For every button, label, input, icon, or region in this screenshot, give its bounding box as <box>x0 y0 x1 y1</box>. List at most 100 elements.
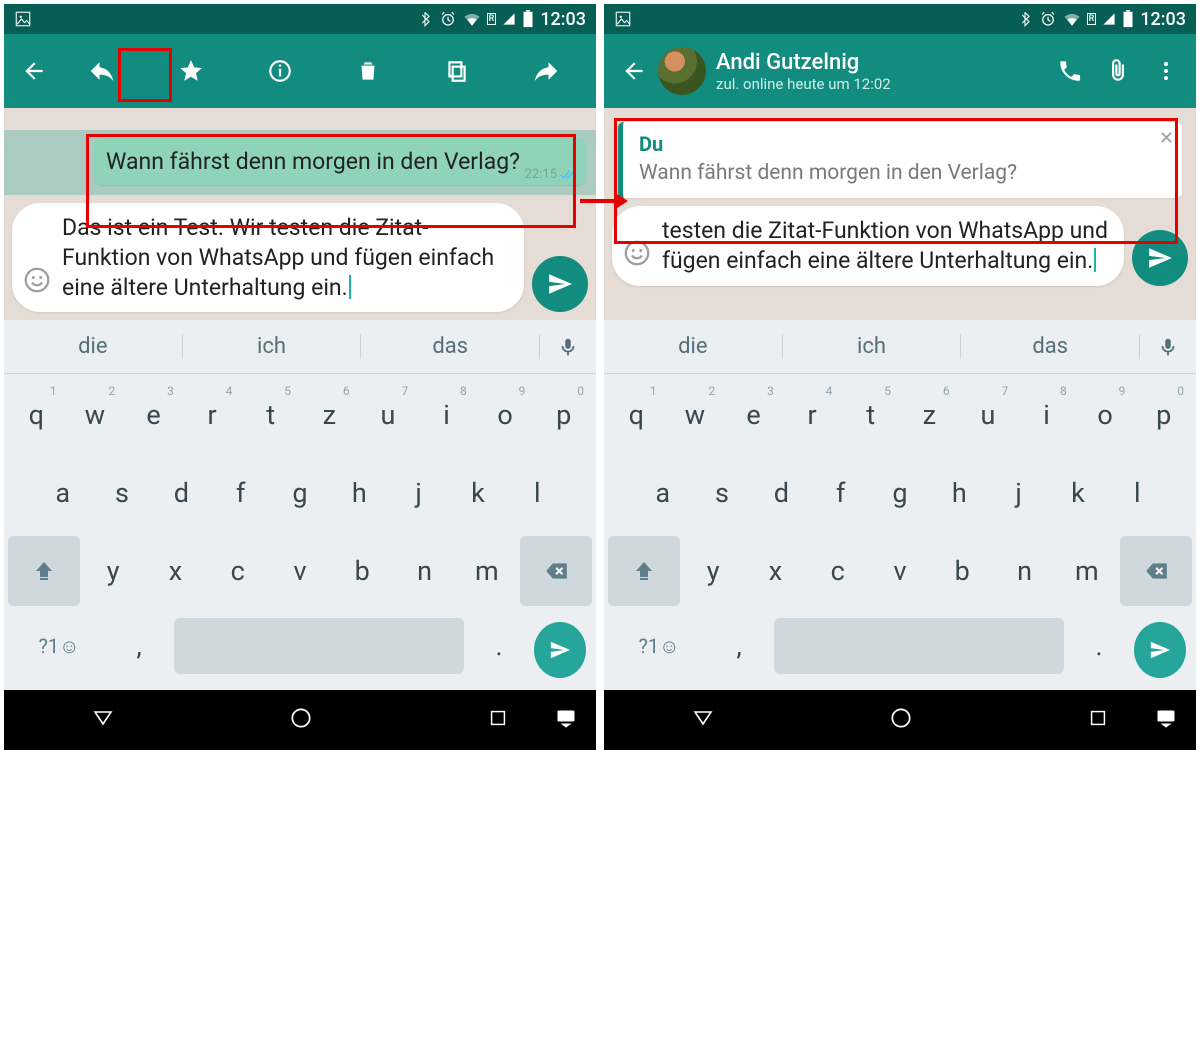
key-q[interactable]: q1 <box>608 380 665 450</box>
key-n[interactable]: n <box>393 536 455 606</box>
key-i[interactable]: i8 <box>418 380 475 450</box>
contact-title[interactable]: Andi Gutzelnig zul. online heute um 12:0… <box>716 50 1046 93</box>
key-k[interactable]: k <box>1049 458 1106 528</box>
compose-input[interactable]: testen die Zitat-Funktion von WhatsApp u… <box>612 206 1124 286</box>
space-key[interactable] <box>174 618 464 674</box>
call-button[interactable] <box>1046 47 1094 95</box>
key-m[interactable]: m <box>1056 536 1118 606</box>
key-s[interactable]: s <box>93 458 150 528</box>
key-j[interactable]: j <box>990 458 1047 528</box>
star-button[interactable] <box>167 47 215 95</box>
key-y[interactable]: y <box>682 536 744 606</box>
key-d[interactable]: d <box>753 458 810 528</box>
key-b[interactable]: b <box>931 536 993 606</box>
key-w[interactable]: w2 <box>667 380 724 450</box>
backspace-key[interactable] <box>520 536 592 606</box>
comma-key[interactable]: , <box>114 618 164 674</box>
key-z[interactable]: z6 <box>901 380 958 450</box>
send-button[interactable] <box>532 256 588 312</box>
emoji-button[interactable] <box>22 265 52 303</box>
key-p[interactable]: p0 <box>1135 380 1192 450</box>
key-j[interactable]: j <box>390 458 447 528</box>
key-m[interactable]: m <box>456 536 518 606</box>
key-g[interactable]: g <box>871 458 928 528</box>
key-n[interactable]: n <box>993 536 1055 606</box>
key-l[interactable]: l <box>1109 458 1166 528</box>
key-z[interactable]: z6 <box>301 380 358 450</box>
suggestion[interactable]: die <box>604 334 783 359</box>
selected-message-row[interactable]: Wann fährst denn morgen in den Verlag? 2… <box>4 130 596 195</box>
key-a[interactable]: a <box>34 458 91 528</box>
suggestion[interactable]: die <box>4 334 183 359</box>
nav-back[interactable] <box>91 706 115 734</box>
suggestion[interactable]: das <box>361 334 540 359</box>
back-button[interactable] <box>610 47 658 95</box>
key-k[interactable]: k <box>449 458 506 528</box>
key-r[interactable]: r4 <box>784 380 841 450</box>
key-f[interactable]: f <box>212 458 269 528</box>
key-b[interactable]: b <box>331 536 393 606</box>
shift-key[interactable] <box>608 536 680 606</box>
nav-keyboard[interactable] <box>1154 706 1178 734</box>
key-o[interactable]: o9 <box>1077 380 1134 450</box>
mic-button[interactable] <box>1140 336 1196 358</box>
symbols-key[interactable]: ?1☺ <box>614 618 704 674</box>
suggestion[interactable]: das <box>961 334 1140 359</box>
nav-recent[interactable] <box>1087 707 1109 733</box>
backspace-key[interactable] <box>1120 536 1192 606</box>
space-key[interactable] <box>774 618 1064 674</box>
key-x[interactable]: x <box>744 536 806 606</box>
nav-keyboard[interactable] <box>554 706 578 734</box>
key-a[interactable]: a <box>634 458 691 528</box>
key-i[interactable]: i8 <box>1018 380 1075 450</box>
forward-button[interactable] <box>522 47 570 95</box>
reply-button[interactable] <box>78 47 126 95</box>
key-t[interactable]: t5 <box>242 380 299 450</box>
key-x[interactable]: x <box>144 536 206 606</box>
nav-home[interactable] <box>888 705 914 735</box>
avatar[interactable] <box>658 47 706 95</box>
key-c[interactable]: c <box>807 536 869 606</box>
nav-recent[interactable] <box>487 707 509 733</box>
key-d[interactable]: d <box>153 458 210 528</box>
key-g[interactable]: g <box>271 458 328 528</box>
key-c[interactable]: c <box>207 536 269 606</box>
shift-key[interactable] <box>8 536 80 606</box>
suggestion[interactable]: ich <box>783 334 962 359</box>
nav-home[interactable] <box>288 705 314 735</box>
key-v[interactable]: v <box>269 536 331 606</box>
key-l[interactable]: l <box>509 458 566 528</box>
key-t[interactable]: t5 <box>842 380 899 450</box>
emoji-button[interactable] <box>622 238 652 276</box>
key-h[interactable]: h <box>331 458 388 528</box>
compose-input[interactable]: Das ist ein Test. Wir testen die Zitat-F… <box>12 203 524 313</box>
key-s[interactable]: s <box>693 458 750 528</box>
symbols-key[interactable]: ?1☺ <box>14 618 104 674</box>
key-r[interactable]: r4 <box>184 380 241 450</box>
key-h[interactable]: h <box>931 458 988 528</box>
key-u[interactable]: u7 <box>360 380 417 450</box>
back-button[interactable] <box>10 47 58 95</box>
key-y[interactable]: y <box>82 536 144 606</box>
close-quote-button[interactable]: ✕ <box>1159 128 1174 149</box>
key-v[interactable]: v <box>869 536 931 606</box>
delete-button[interactable] <box>344 47 392 95</box>
period-key[interactable]: . <box>474 618 524 674</box>
key-u[interactable]: u7 <box>960 380 1017 450</box>
copy-button[interactable] <box>433 47 481 95</box>
more-button[interactable] <box>1142 47 1190 95</box>
mic-button[interactable] <box>540 336 596 358</box>
message-bubble-selected[interactable]: Wann fährst denn morgen in den Verlag? 2… <box>94 138 586 185</box>
key-e[interactable]: e3 <box>725 380 782 450</box>
send-button[interactable] <box>1132 230 1188 286</box>
comma-key[interactable]: , <box>714 618 764 674</box>
suggestion[interactable]: ich <box>183 334 362 359</box>
enter-key[interactable] <box>534 622 586 678</box>
key-o[interactable]: o9 <box>477 380 534 450</box>
attach-button[interactable] <box>1094 47 1142 95</box>
period-key[interactable]: . <box>1074 618 1124 674</box>
key-f[interactable]: f <box>812 458 869 528</box>
key-q[interactable]: q1 <box>8 380 65 450</box>
nav-back[interactable] <box>691 706 715 734</box>
enter-key[interactable] <box>1134 622 1186 678</box>
